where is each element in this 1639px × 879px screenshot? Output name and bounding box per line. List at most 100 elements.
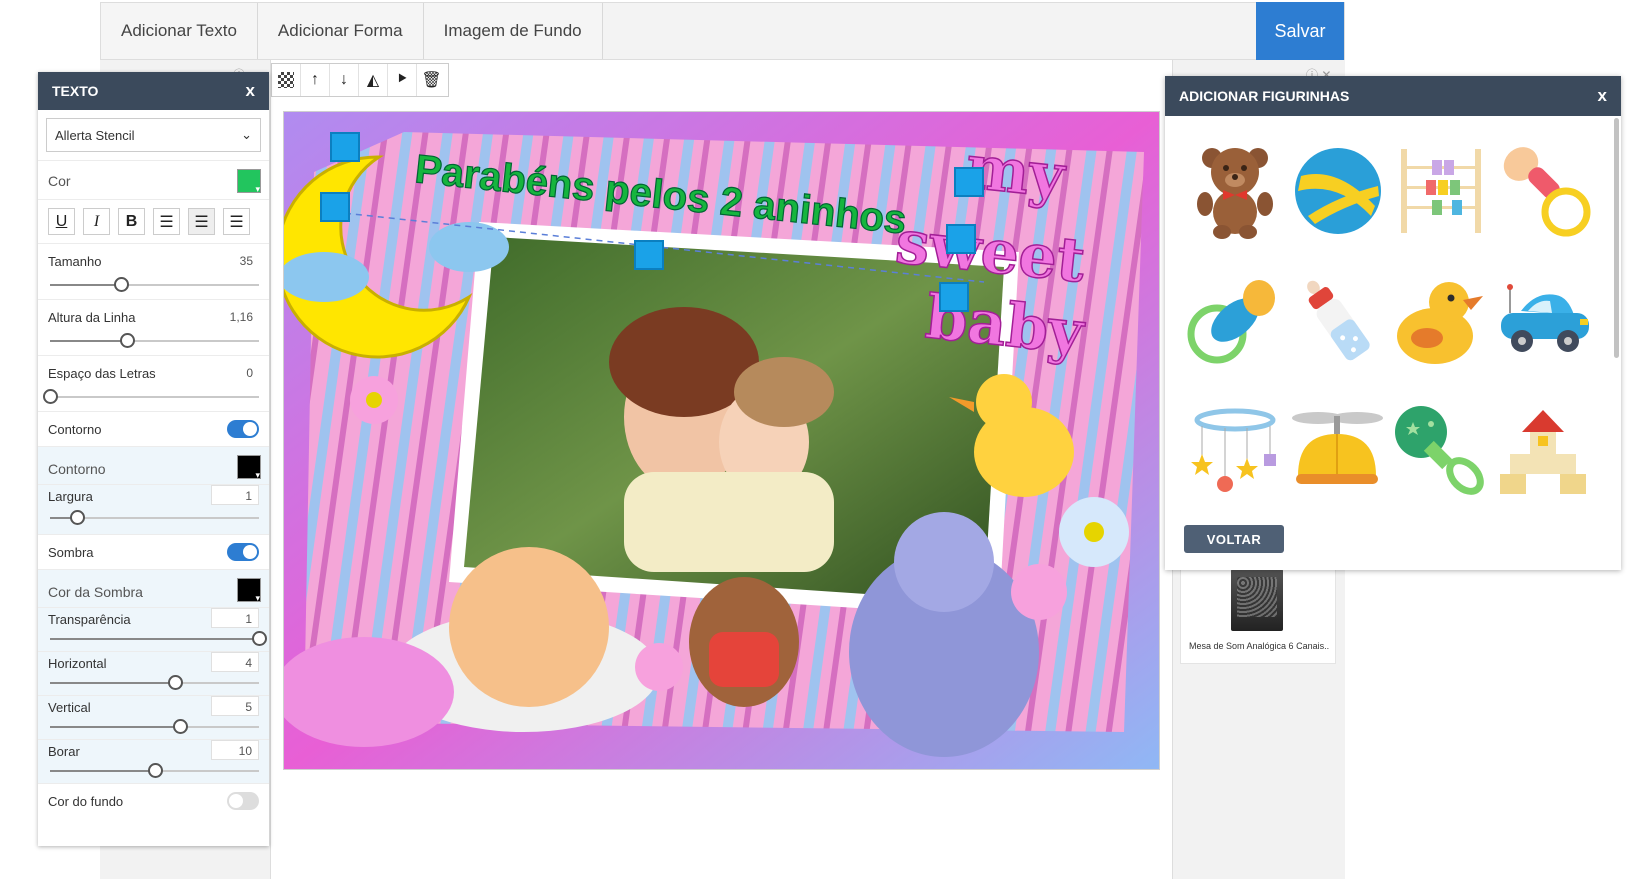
- resize-handle[interactable]: [954, 167, 984, 197]
- horizontal-value[interactable]: 4: [211, 652, 259, 672]
- blur-slider[interactable]: [50, 763, 259, 778]
- abacus-icon: [1400, 149, 1481, 233]
- background-image-button[interactable]: Imagem de Fundo: [423, 3, 603, 59]
- align-center-button[interactable]: ☰: [188, 208, 215, 235]
- slider-knob[interactable]: [120, 333, 136, 348]
- back-button[interactable]: VOLTAR: [1184, 525, 1284, 553]
- sticker-teddy-bear[interactable]: [1183, 126, 1286, 256]
- horizontal-slider[interactable]: [50, 675, 259, 690]
- save-button[interactable]: Salvar: [1256, 2, 1344, 60]
- close-sticker-panel-button[interactable]: x: [1598, 86, 1607, 106]
- bring-forward-button[interactable]: ↑: [301, 64, 330, 96]
- add-text-button[interactable]: Adicionar Texto: [101, 3, 258, 59]
- top-toolbar: Adicionar Texto Adicionar Forma Imagem d…: [100, 2, 1345, 60]
- design-canvas[interactable]: Parabéns pelos 2 aninhos my sweet baby: [283, 111, 1160, 770]
- vertical-label: Vertical: [48, 700, 91, 715]
- outline-toggle-row: Contorno: [38, 412, 269, 447]
- slider-knob[interactable]: [114, 277, 130, 292]
- outline-width-row: Largura 1: [38, 485, 269, 535]
- arrow-down-icon: ↓: [340, 71, 348, 88]
- transparency-value[interactable]: 1: [211, 608, 259, 628]
- shadow-toggle-label: Sombra: [48, 545, 94, 560]
- size-value: 35: [239, 254, 253, 268]
- bold-icon: B: [125, 212, 138, 230]
- width-label: Largura: [48, 489, 93, 504]
- sticker-crib-mobile[interactable]: [1183, 386, 1286, 516]
- text-color-swatch[interactable]: [237, 169, 261, 195]
- underline-icon: U: [55, 212, 68, 230]
- sticker-panel-title: ADICIONAR FIGURINHAS: [1179, 88, 1350, 104]
- slider-knob[interactable]: [172, 719, 188, 734]
- close-text-panel-button[interactable]: x: [246, 81, 255, 101]
- sticker-toy-car[interactable]: [1492, 256, 1595, 386]
- align-right-button[interactable]: ☰: [223, 208, 250, 235]
- transparency-button[interactable]: [272, 64, 301, 96]
- vertical-slider[interactable]: [50, 719, 259, 734]
- shadow-color-swatch[interactable]: [237, 578, 261, 604]
- sticker-toy-blocks[interactable]: [1492, 386, 1595, 516]
- flip-vertical-button[interactable]: ⯈: [388, 64, 417, 96]
- sticker-pacifier-pink[interactable]: [1492, 126, 1595, 256]
- sticker-grid: [1183, 126, 1595, 516]
- outline-color-swatch[interactable]: [237, 455, 261, 481]
- sticker-scrollbar[interactable]: [1614, 118, 1619, 358]
- transparency-row: Transparência 1: [38, 608, 269, 652]
- teddy-bear-icon: [1196, 147, 1273, 239]
- sticker-panel: ADICIONAR FIGURINHAS x VOLTAR: [1165, 76, 1621, 570]
- crib-mobile-icon: [1190, 408, 1276, 492]
- sticker-rubber-duck[interactable]: [1389, 256, 1492, 386]
- resize-handle[interactable]: [939, 282, 969, 312]
- align-center-icon: ☰: [194, 213, 209, 231]
- sticker-rattle[interactable]: [1389, 386, 1492, 516]
- transparency-slider[interactable]: [50, 631, 267, 646]
- width-value[interactable]: 1: [211, 485, 259, 505]
- sticker-propeller-cap[interactable]: [1286, 386, 1389, 516]
- align-right-icon: ☰: [229, 213, 244, 231]
- slider-knob[interactable]: [168, 675, 184, 690]
- size-label: Tamanho: [48, 254, 102, 269]
- flip-horizontal-icon: ◭: [366, 72, 380, 89]
- send-backward-button[interactable]: ↓: [330, 64, 359, 96]
- bg-color-label: Cor do fundo: [48, 794, 124, 809]
- product-image: [1231, 569, 1283, 631]
- line-height-slider[interactable]: [50, 333, 259, 348]
- sticker-beach-ball[interactable]: [1286, 126, 1389, 256]
- delete-button[interactable]: 🗑: [417, 64, 446, 96]
- shadow-toggle[interactable]: [227, 543, 259, 561]
- shadow-color-label: Cor da Sombra: [48, 584, 143, 600]
- slider-knob[interactable]: [70, 510, 86, 525]
- line-height-row: Altura da Linha 1,16: [38, 300, 269, 356]
- vertical-value[interactable]: 5: [211, 696, 259, 716]
- sticker-baby-bottle[interactable]: [1286, 256, 1389, 386]
- letter-spacing-slider[interactable]: [43, 389, 259, 404]
- resize-handle[interactable]: [634, 240, 664, 270]
- outline-toggle[interactable]: [227, 420, 259, 438]
- sticker-abacus[interactable]: [1389, 126, 1492, 256]
- resize-handle[interactable]: [946, 224, 976, 254]
- text-panel: TEXTO x Allerta Stencil ⌄ Cor U I B ☰ ☰ …: [38, 72, 269, 846]
- slider-knob[interactable]: [43, 389, 58, 404]
- width-slider[interactable]: [50, 510, 259, 525]
- font-select[interactable]: Allerta Stencil ⌄: [46, 118, 261, 152]
- bg-color-toggle[interactable]: [227, 792, 259, 810]
- resize-handle[interactable]: [330, 132, 360, 162]
- product-card[interactable]: Mesa de Som Analógica 6 Canais...: [1180, 560, 1336, 664]
- italic-button[interactable]: I: [83, 208, 110, 235]
- product-title: Mesa de Som Analógica 6 Canais...: [1189, 641, 1329, 651]
- slider-knob[interactable]: [252, 631, 267, 646]
- bold-button[interactable]: B: [118, 208, 145, 235]
- size-slider[interactable]: [50, 277, 259, 292]
- resize-handle[interactable]: [320, 192, 350, 222]
- flip-horizontal-button[interactable]: ◭: [359, 64, 388, 96]
- italic-icon: I: [93, 212, 100, 230]
- add-shape-button[interactable]: Adicionar Forma: [257, 3, 424, 59]
- letter-spacing-label: Espaço das Letras: [48, 366, 156, 381]
- align-left-button[interactable]: ☰: [153, 208, 180, 235]
- blur-value[interactable]: 10: [211, 740, 259, 760]
- toy-car-icon: [1501, 284, 1589, 352]
- flip-vertical-icon: ⯈: [395, 71, 409, 88]
- shadow-toggle-row: Sombra: [38, 535, 269, 570]
- slider-knob[interactable]: [147, 763, 163, 778]
- sticker-pacifier-blue[interactable]: [1183, 256, 1286, 386]
- underline-button[interactable]: U: [48, 208, 75, 235]
